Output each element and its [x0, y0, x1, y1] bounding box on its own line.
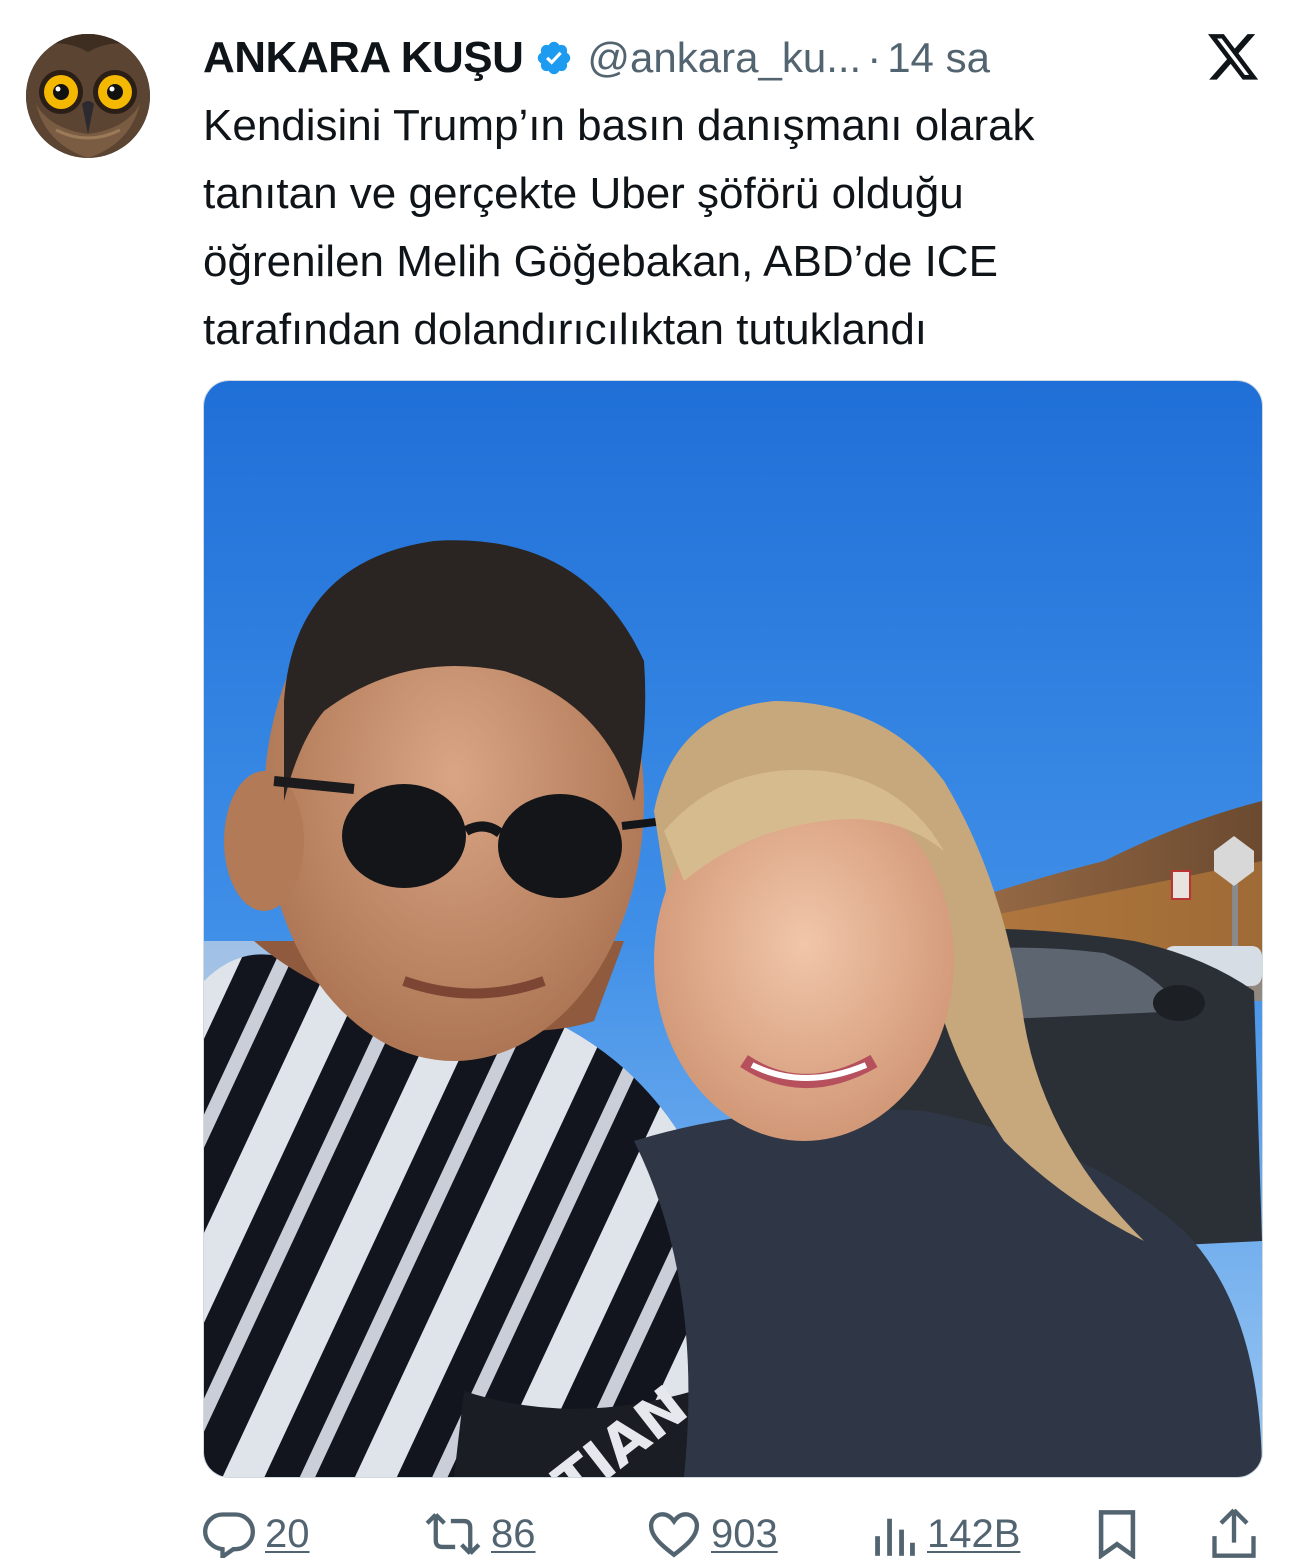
- views-count: 142B: [927, 1511, 1021, 1556]
- bookmark-icon: [1095, 1509, 1139, 1559]
- author-name[interactable]: ANKARA KUŞU: [203, 33, 524, 83]
- reply-icon: [203, 1510, 255, 1558]
- share-button[interactable]: [1211, 1508, 1257, 1560]
- tweet-header: ANKARA KUŞU @ankara_ku... · 14 sa: [203, 30, 990, 86]
- tweet-text: Kendisini Trump’ın basın danışmanı olara…: [203, 101, 1035, 354]
- tweet-timestamp[interactable]: 14 sa: [887, 34, 990, 82]
- selfie-photo: STIAN D: [204, 381, 1262, 1477]
- tweet-photo[interactable]: STIAN D: [203, 380, 1263, 1478]
- heart-icon: [647, 1510, 701, 1558]
- owl-avatar-image: [26, 34, 150, 158]
- reply-count: 20: [265, 1511, 310, 1556]
- repost-count: 86: [491, 1511, 536, 1556]
- verified-badge-icon: [535, 39, 573, 77]
- reply-button[interactable]: 20: [203, 1508, 310, 1560]
- views-button[interactable]: 142B: [873, 1508, 1020, 1560]
- author-avatar[interactable]: [26, 34, 150, 158]
- repost-button[interactable]: 86: [425, 1508, 536, 1560]
- author-handle[interactable]: @ankara_ku...: [587, 34, 861, 82]
- views-icon: [873, 1510, 917, 1558]
- tweet-actions-bar: 20 86 903 142B: [203, 1508, 1263, 1560]
- repost-icon: [425, 1510, 481, 1558]
- header-separator: ·: [867, 34, 882, 81]
- share-icon: [1211, 1508, 1257, 1560]
- like-count: 903: [711, 1511, 778, 1556]
- x-logo-icon: [1208, 34, 1260, 82]
- bookmark-button[interactable]: [1095, 1508, 1139, 1560]
- like-button[interactable]: 903: [647, 1508, 778, 1560]
